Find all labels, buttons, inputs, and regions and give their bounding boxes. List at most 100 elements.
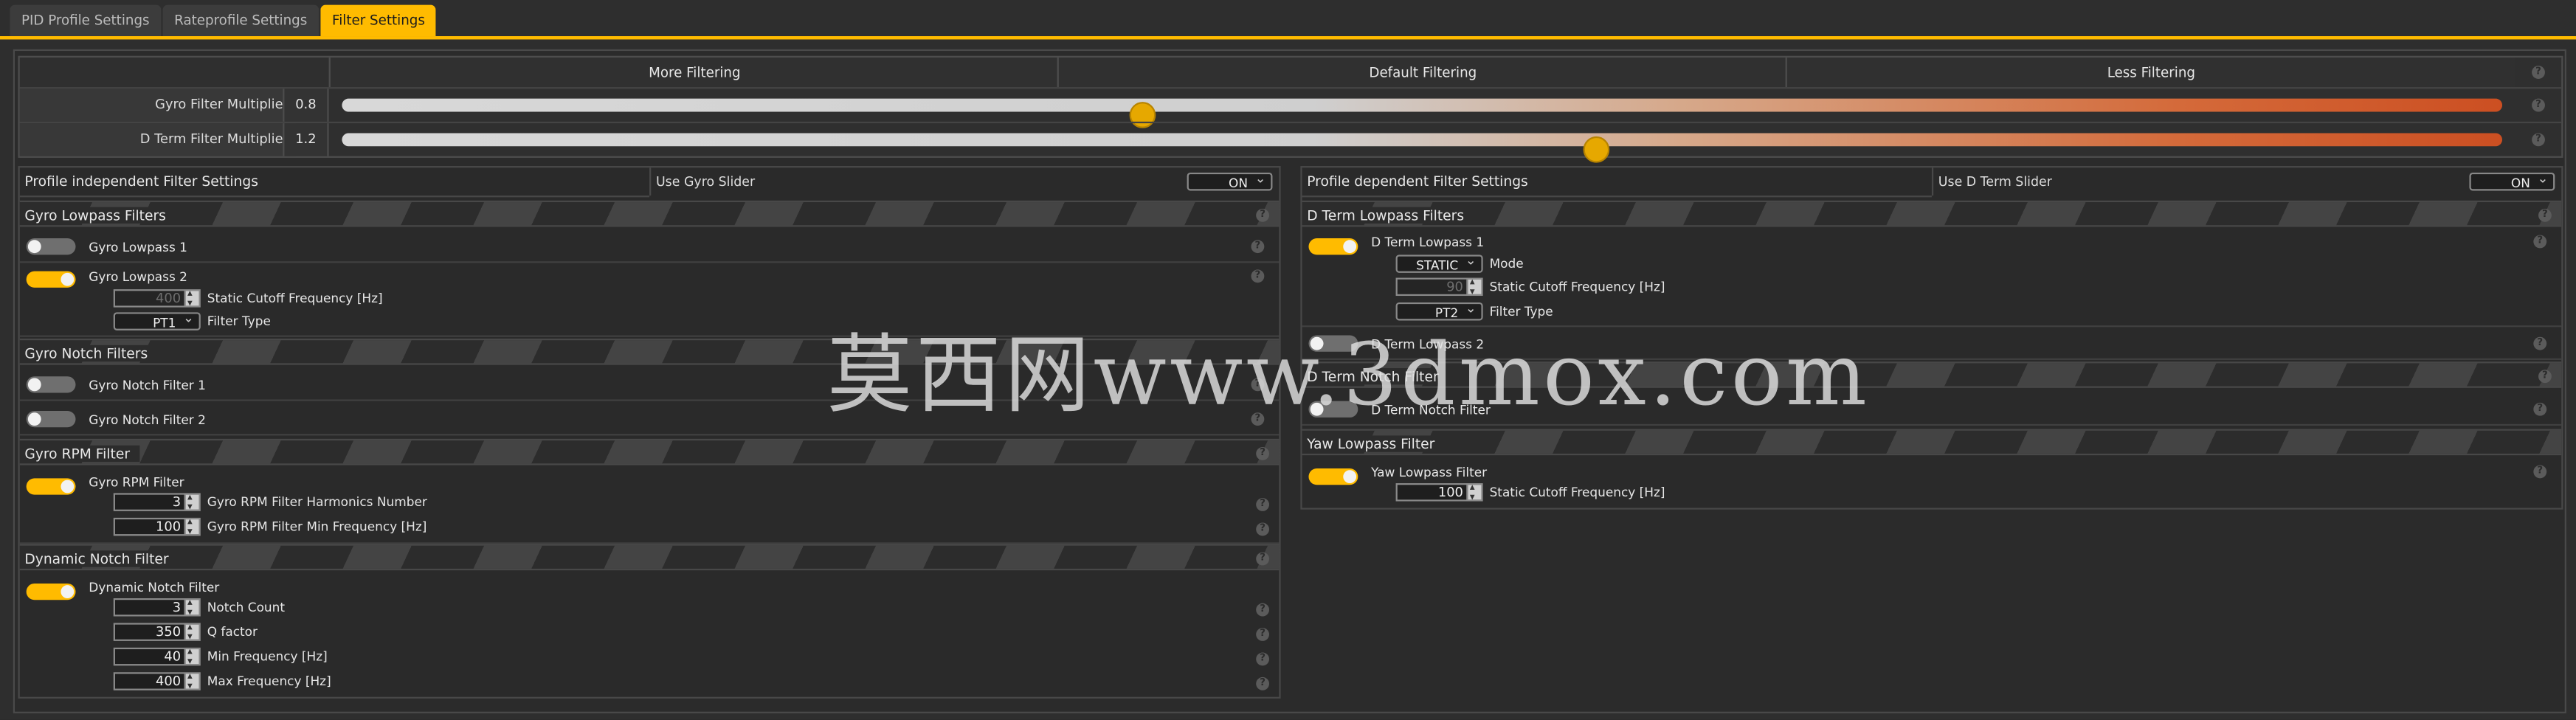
use-gyro-slider-select[interactable]: ON bbox=[1187, 169, 1273, 191]
gyro-multiplier-row: Gyro Filter Multiplier: 0.8 ? bbox=[19, 87, 2562, 128]
gyro-lowpass-section-title: Gyro Lowpass Filters bbox=[24, 207, 176, 224]
tab-filter-settings[interactable]: Filter Settings bbox=[320, 4, 437, 37]
gyro-rpm-section: Gyro RPM Filter ? bbox=[19, 438, 1280, 465]
spinner-icon[interactable] bbox=[184, 286, 199, 312]
dynamic-notch-label: Dynamic Notch Filter bbox=[89, 580, 220, 595]
help-icon[interactable]: ? bbox=[1256, 447, 1270, 460]
tab-pid-profile[interactable]: PID Profile Settings bbox=[10, 4, 162, 37]
tab-bar: PID Profile Settings Rateprofile Setting… bbox=[0, 0, 2576, 40]
right-panel-title: Profile dependent Filter Settings bbox=[1302, 167, 1932, 198]
dterm-lowpass-1-toggle[interactable] bbox=[1308, 238, 1358, 255]
gyro-lowpass-2-type-label: Filter Type bbox=[207, 314, 271, 329]
yaw-cutoff-input[interactable]: 100 bbox=[1395, 480, 1483, 506]
help-icon[interactable]: ? bbox=[2533, 465, 2547, 479]
help-icon[interactable]: ? bbox=[2533, 402, 2547, 416]
gyro-notch-1-toggle[interactable] bbox=[26, 376, 76, 393]
use-dterm-slider-select[interactable]: ON bbox=[2469, 169, 2555, 191]
help-icon[interactable]: ? bbox=[1256, 676, 1270, 690]
dynamic-notch-section: Dynamic Notch Filter ? bbox=[19, 544, 1280, 571]
dterm-multiplier-slider[interactable] bbox=[342, 133, 2503, 163]
gyro-lowpass-1-toggle[interactable] bbox=[26, 238, 76, 255]
help-icon[interactable]: ? bbox=[2532, 98, 2545, 112]
yaw-lowpass-section: Yaw Lowpass Filter bbox=[1302, 429, 2562, 456]
use-dterm-slider-label: Use D Term Slider bbox=[1931, 167, 2563, 196]
yaw-lowpass-section-title: Yaw Lowpass Filter bbox=[1307, 435, 1445, 452]
gyro-lowpass-2-type-select[interactable]: PT1 bbox=[113, 309, 201, 330]
spinner-icon[interactable] bbox=[184, 514, 199, 541]
help-icon[interactable]: ? bbox=[2538, 370, 2552, 384]
use-gyro-slider-label: Use Gyro Slider bbox=[649, 167, 1281, 196]
help-icon[interactable]: ? bbox=[2532, 133, 2545, 147]
dterm-lowpass-1-cutoff-input[interactable]: 90 bbox=[1395, 274, 1483, 301]
yaw-lowpass-toggle[interactable] bbox=[1308, 468, 1358, 485]
gyro-multiplier-value: 0.8 bbox=[283, 89, 329, 122]
more-filtering-header: More Filtering bbox=[328, 57, 1059, 88]
help-icon[interactable]: ? bbox=[1256, 652, 1270, 666]
help-icon[interactable]: ? bbox=[1251, 269, 1265, 283]
spinner-icon[interactable] bbox=[184, 644, 199, 671]
help-icon[interactable]: ? bbox=[1256, 603, 1270, 617]
help-icon[interactable]: ? bbox=[2533, 235, 2547, 249]
rpm-min-freq-input[interactable]: 100 bbox=[113, 514, 201, 541]
help-icon[interactable]: ? bbox=[2532, 66, 2545, 79]
yaw-lowpass-label: Yaw Lowpass Filter bbox=[1371, 465, 1488, 480]
dterm-lowpass-section: D Term Lowpass Filters ? bbox=[1302, 200, 2562, 227]
dterm-multiplier-handle[interactable] bbox=[1583, 136, 1610, 163]
q-factor-input[interactable]: 350 bbox=[113, 620, 201, 646]
notch-count-input[interactable]: 3 bbox=[113, 595, 201, 621]
gyro-notch-2-toggle[interactable] bbox=[26, 411, 76, 428]
rpm-harmonics-label: Gyro RPM Filter Harmonics Number bbox=[207, 494, 427, 510]
help-icon[interactable]: ? bbox=[1251, 240, 1265, 254]
min-frequency-input[interactable]: 40 bbox=[113, 644, 201, 671]
q-factor-value: 350 bbox=[156, 624, 182, 640]
dterm-lowpass-1-cutoff-value: 90 bbox=[1446, 279, 1463, 294]
gyro-lowpass-2-cutoff-label: Static Cutoff Frequency [Hz] bbox=[207, 291, 383, 306]
spinner-icon[interactable] bbox=[184, 669, 199, 695]
dterm-lowpass-1-mode-select[interactable]: STATIC bbox=[1395, 252, 1483, 273]
help-icon[interactable]: ? bbox=[2533, 336, 2547, 350]
spinner-icon[interactable] bbox=[184, 595, 199, 621]
less-filtering-header: Less Filtering bbox=[1785, 57, 2515, 88]
gyro-lowpass-1-label: Gyro Lowpass 1 bbox=[89, 240, 187, 255]
max-frequency-input[interactable]: 400 bbox=[113, 669, 201, 695]
max-frequency-value: 400 bbox=[156, 674, 182, 689]
gyro-lowpass-2-label: Gyro Lowpass 2 bbox=[89, 269, 187, 285]
rpm-harmonics-value: 3 bbox=[172, 494, 182, 510]
gyro-lowpass-1-row: Gyro Lowpass 1 ? bbox=[19, 230, 1280, 263]
dterm-multiplier-label: D Term Filter Multiplier: bbox=[19, 123, 297, 156]
app-window: PID Profile Settings Rateprofile Setting… bbox=[0, 0, 2576, 720]
help-icon[interactable]: ? bbox=[1256, 498, 1270, 511]
yaw-lowpass-row: Yaw Lowpass Filter ? 100 Static Cutoff F… bbox=[1302, 459, 2562, 508]
notch-count-value: 3 bbox=[172, 600, 182, 615]
help-icon[interactable]: ? bbox=[1256, 552, 1270, 566]
dynamic-notch-toggle[interactable] bbox=[26, 583, 76, 600]
min-frequency-label: Min Frequency [Hz] bbox=[207, 649, 328, 665]
gyro-notch-1-label: Gyro Notch Filter 1 bbox=[89, 378, 206, 393]
gyro-rpm-toggle[interactable] bbox=[26, 478, 76, 495]
gyro-notch-2-label: Gyro Notch Filter 2 bbox=[89, 412, 206, 428]
spinner-icon[interactable] bbox=[184, 490, 199, 516]
tab-rateprofile[interactable]: Rateprofile Settings bbox=[162, 4, 319, 37]
spinner-icon[interactable] bbox=[184, 620, 199, 646]
min-frequency-value: 40 bbox=[164, 649, 182, 665]
gyro-rpm-label: Gyro RPM Filter bbox=[89, 474, 184, 490]
dterm-multiplier-row: D Term Filter Multiplier: 1.2 ? bbox=[19, 121, 2562, 163]
gyro-multiplier-slider[interactable] bbox=[342, 98, 2503, 128]
spinner-icon[interactable] bbox=[1466, 480, 1482, 506]
gyro-lowpass-section: Gyro Lowpass Filters ? bbox=[19, 200, 1280, 227]
yaw-cutoff-value: 100 bbox=[1437, 485, 1463, 500]
gyro-rpm-section-title: Gyro RPM Filter bbox=[24, 445, 140, 463]
dterm-lowpass-1-label: D Term Lowpass 1 bbox=[1371, 235, 1485, 250]
left-filter-panel: Profile independent Filter Settings Use … bbox=[18, 166, 1281, 699]
notch-count-label: Notch Count bbox=[207, 600, 286, 615]
max-frequency-label: Max Frequency [Hz] bbox=[207, 674, 331, 689]
help-icon[interactable]: ? bbox=[2538, 208, 2552, 222]
help-icon[interactable]: ? bbox=[1256, 628, 1270, 641]
help-icon[interactable]: ? bbox=[1256, 522, 1270, 536]
watermark: 莫西网www.3dmox.com bbox=[826, 327, 1871, 426]
gyro-lowpass-2-toggle[interactable] bbox=[26, 271, 76, 288]
gyro-lowpass-2-cutoff-input[interactable]: 400 bbox=[113, 286, 201, 312]
spinner-icon[interactable] bbox=[1466, 274, 1482, 301]
help-icon[interactable]: ? bbox=[1256, 208, 1270, 222]
rpm-harmonics-input[interactable]: 3 bbox=[113, 490, 201, 516]
